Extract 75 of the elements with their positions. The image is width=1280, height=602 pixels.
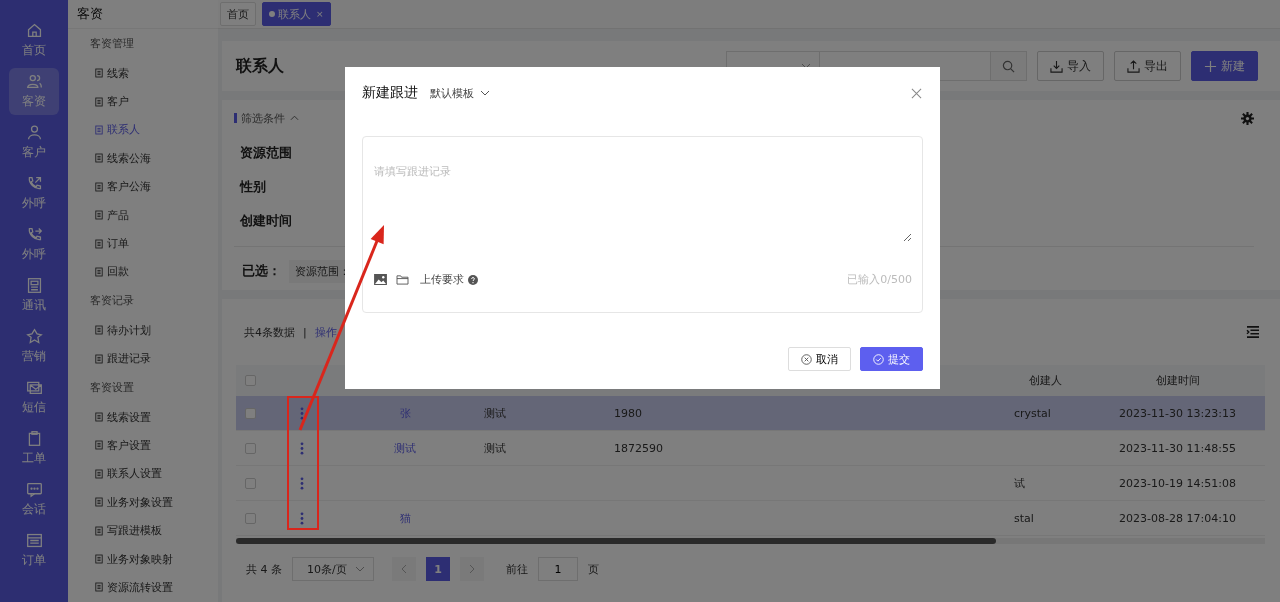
filter-label: 资源范围 [239,144,292,162]
filter-toggle[interactable]: 筛选条件 [241,110,299,126]
nav-item[interactable]: 短信 [9,374,59,421]
select-all-link[interactable]: 操作 [314,324,337,340]
page-button[interactable]: 1 [426,557,450,581]
submenu-item[interactable]: 业务对象设置 [68,488,218,517]
phone-cell: 1980 [614,406,642,420]
goto-suffix: 页 [588,561,599,577]
submenu-item[interactable]: 写跟进模板 [68,516,218,545]
submenu-group-title: 客资设置 [89,379,135,396]
follow-up-field[interactable]: 请填写跟进记录 上传要求 已输入0/500 [362,136,923,313]
nav-item[interactable]: 首页 [9,17,59,64]
page-size-select[interactable]: 10条/页 [292,557,374,581]
page-tab[interactable]: 联系人 × [262,2,331,26]
nav-item[interactable]: 营销 [9,323,59,370]
submit-button[interactable]: 提交 [860,347,923,371]
submenu-item[interactable]: 待办计划 [68,316,218,345]
submenu-item[interactable]: 产品 [68,200,218,230]
submenu-item[interactable]: 客户 [68,87,218,116]
submenu-item[interactable]: 客户公海 [68,172,218,201]
creator-cell: stal [1014,511,1034,525]
creator-cell: 试 [1014,476,1025,490]
page-tab[interactable]: 首页 [220,2,256,26]
nav-item[interactable]: 会话 [9,476,59,523]
table-row[interactable]: 试 2023-10-19 14:51:08 [236,466,1265,501]
submenu-item[interactable]: 客户设置 [68,431,218,460]
phone-cell: 1872590 [614,441,663,455]
created-time-cell: 2023-08-28 17:04:10 [1119,511,1236,525]
template-select[interactable]: 默认模板 [430,85,490,101]
submenu-item[interactable]: 线索 [68,59,218,88]
column-header: 创建人 [1027,373,1063,388]
creator-cell: crystal [1014,406,1051,420]
nav-item[interactable]: 工单 [9,425,59,472]
submenu-group-title: 客资记录 [89,293,135,310]
goto-label: 前往 [506,561,528,577]
upload-requirements-label: 上传要求 [420,272,464,287]
table-cell: 测试 [484,406,506,420]
column-header: 创建时间 [1154,373,1201,388]
table-row[interactable]: 测试 测试 1872590 2023-11-30 11:48:55 [236,431,1265,466]
page-title: 联系人 [236,55,284,77]
goto-page-field[interactable]: 1 [538,557,578,581]
submenu-item[interactable]: 线索设置 [68,402,218,432]
submenu-group-title: 客资管理 [89,36,135,52]
created-time-cell: 2023-11-30 13:23:13 [1119,406,1236,420]
submenu-item[interactable]: 订单 [68,229,218,258]
filter-label: 创建时间 [239,212,292,230]
toolbar-button[interactable]: 导入 [1037,51,1104,81]
created-time-cell: 2023-10-19 14:51:08 [1119,476,1236,490]
separator: | [303,325,307,339]
created-time-cell: 2023-11-30 11:48:55 [1119,441,1236,455]
character-counter: 已输入0/500 [847,272,912,287]
toolbar-button[interactable]: 导出 [1114,51,1181,81]
record-count: 共4条数据 [244,324,295,340]
total-count: 共 4 条 [246,561,282,577]
toolbar-button[interactable]: 新建 [1191,51,1258,81]
submenu-item[interactable]: 联系人设置 [68,459,218,489]
modal-title: 新建跟进 [362,84,418,102]
contact-name-link[interactable]: 测试 [394,440,416,456]
submenu-item[interactable]: 业务对象映射 [68,544,218,574]
selected-filters-label: 已选： [242,262,281,280]
nav-item[interactable]: 订单 [9,527,59,574]
table-row[interactable]: 猫 stal 2023-08-28 17:04:10 [236,501,1265,536]
submenu-item[interactable]: 资源流转设置 [68,573,218,602]
submenu-item[interactable]: 联系人 [68,115,218,145]
submenu-item[interactable]: 线索公海 [68,144,218,173]
filter-label: 性别 [238,178,266,196]
contact-name-link[interactable]: 猫 [399,510,411,526]
cancel-button[interactable]: 取消 [788,347,851,371]
nav-item[interactable]: 客户 [9,119,59,166]
nav-item[interactable]: 外呼 [9,170,59,217]
nav-item[interactable]: 通讯 [9,272,59,319]
table-cell: 测试 [484,441,506,455]
submenu-item[interactable]: 回款 [68,257,218,287]
submenu-item[interactable]: 跟进记录 [68,344,218,373]
nav-item[interactable]: 外呼 [9,221,59,268]
